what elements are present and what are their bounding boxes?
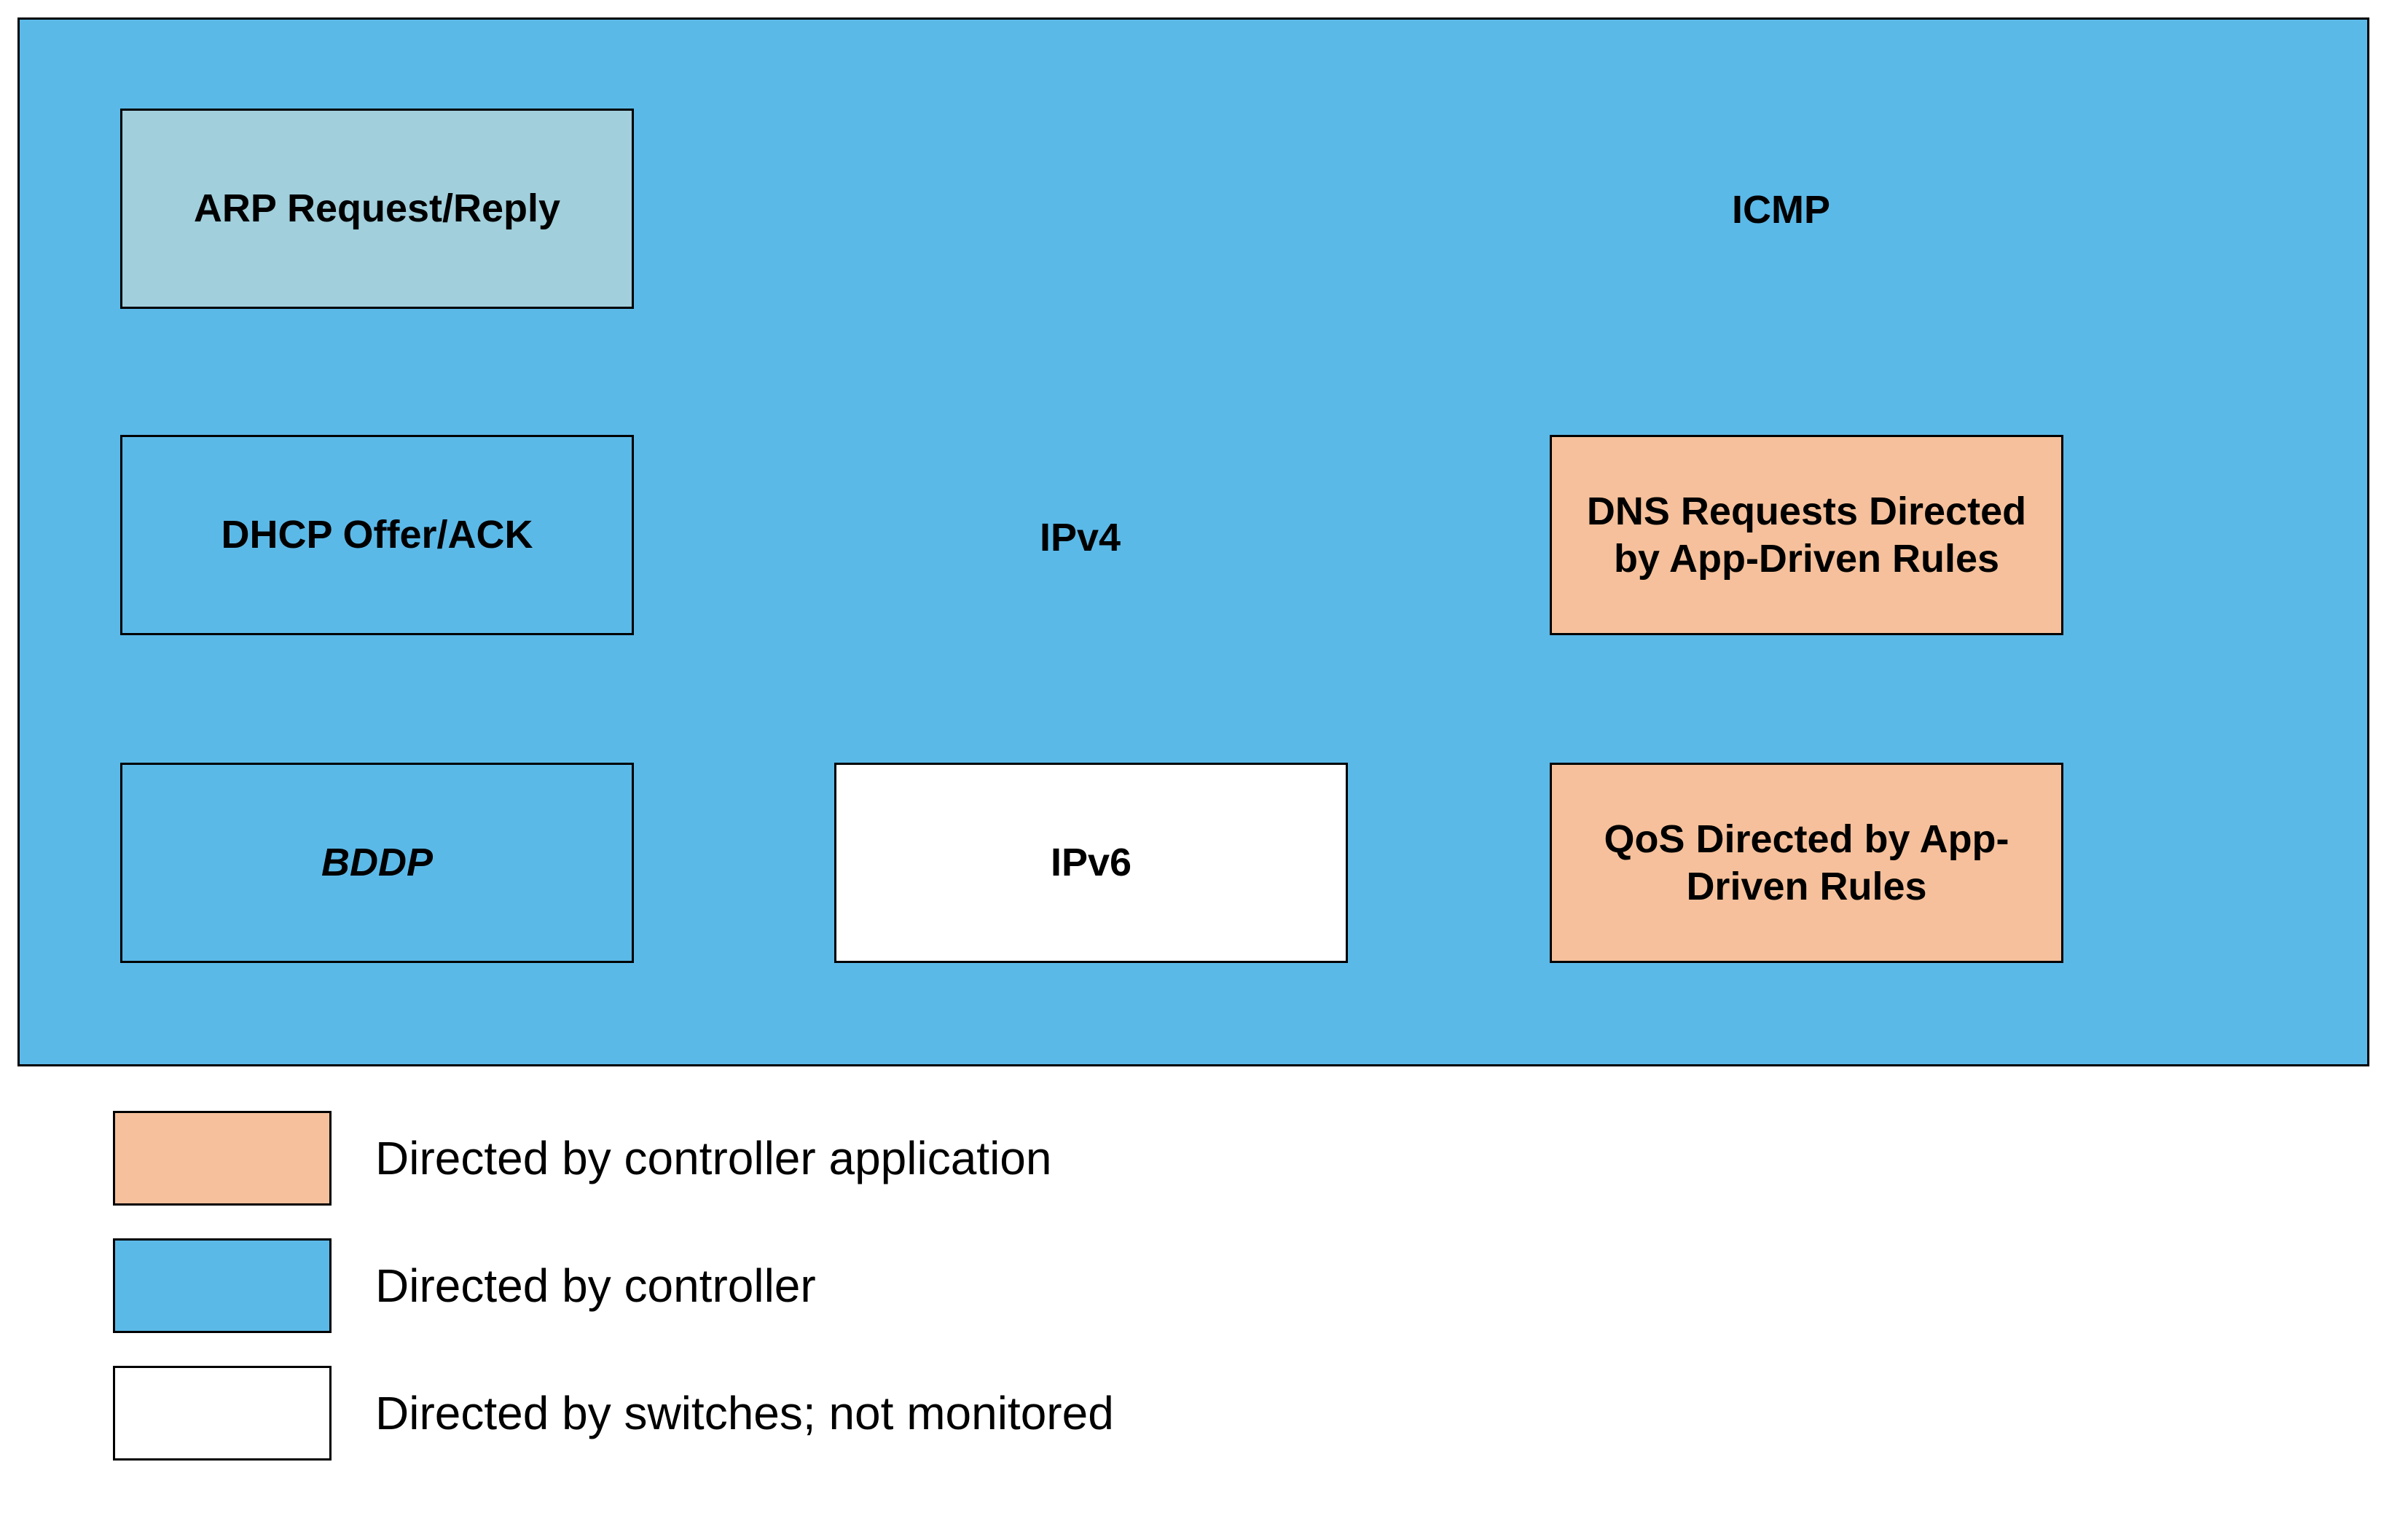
legend-swatch-orange	[113, 1111, 332, 1206]
qos-box: QoS Directed by App-Driven Rules	[1550, 763, 2063, 963]
arp-box: ARP Request/Reply	[120, 109, 634, 309]
ipv6-label: IPv6	[1051, 839, 1132, 887]
dns-label: DNS Requests Directed by App-Driven Rule…	[1559, 488, 2054, 583]
icmp-label: ICMP	[1732, 187, 1830, 232]
legend: Directed by controller application Direc…	[113, 1111, 2153, 1493]
qos-label: QoS Directed by App-Driven Rules	[1559, 816, 2054, 911]
dhcp-label: DHCP Offer/ACK	[221, 511, 533, 559]
dhcp-box: DHCP Offer/ACK	[120, 435, 634, 635]
legend-text-controller-app: Directed by controller application	[375, 1131, 1051, 1185]
ipv4-label: IPv4	[1040, 515, 1121, 560]
legend-swatch-white	[113, 1366, 332, 1461]
arp-label: ARP Request/Reply	[194, 185, 560, 232]
diagram-container: ARP Request/Reply DHCP Offer/ACK BDDP IP…	[17, 17, 2369, 1066]
bddp-label: BDDP	[321, 839, 433, 887]
legend-row-switches: Directed by switches; not monitored	[113, 1366, 2153, 1461]
legend-swatch-blue	[113, 1238, 332, 1333]
ipv6-box: IPv6	[834, 763, 1348, 963]
bddp-box: BDDP	[120, 763, 634, 963]
legend-text-switches: Directed by switches; not monitored	[375, 1386, 1114, 1440]
legend-row-controller: Directed by controller	[113, 1238, 2153, 1333]
legend-row-controller-app: Directed by controller application	[113, 1111, 2153, 1206]
legend-text-controller: Directed by controller	[375, 1259, 816, 1313]
dns-box: DNS Requests Directed by App-Driven Rule…	[1550, 435, 2063, 635]
